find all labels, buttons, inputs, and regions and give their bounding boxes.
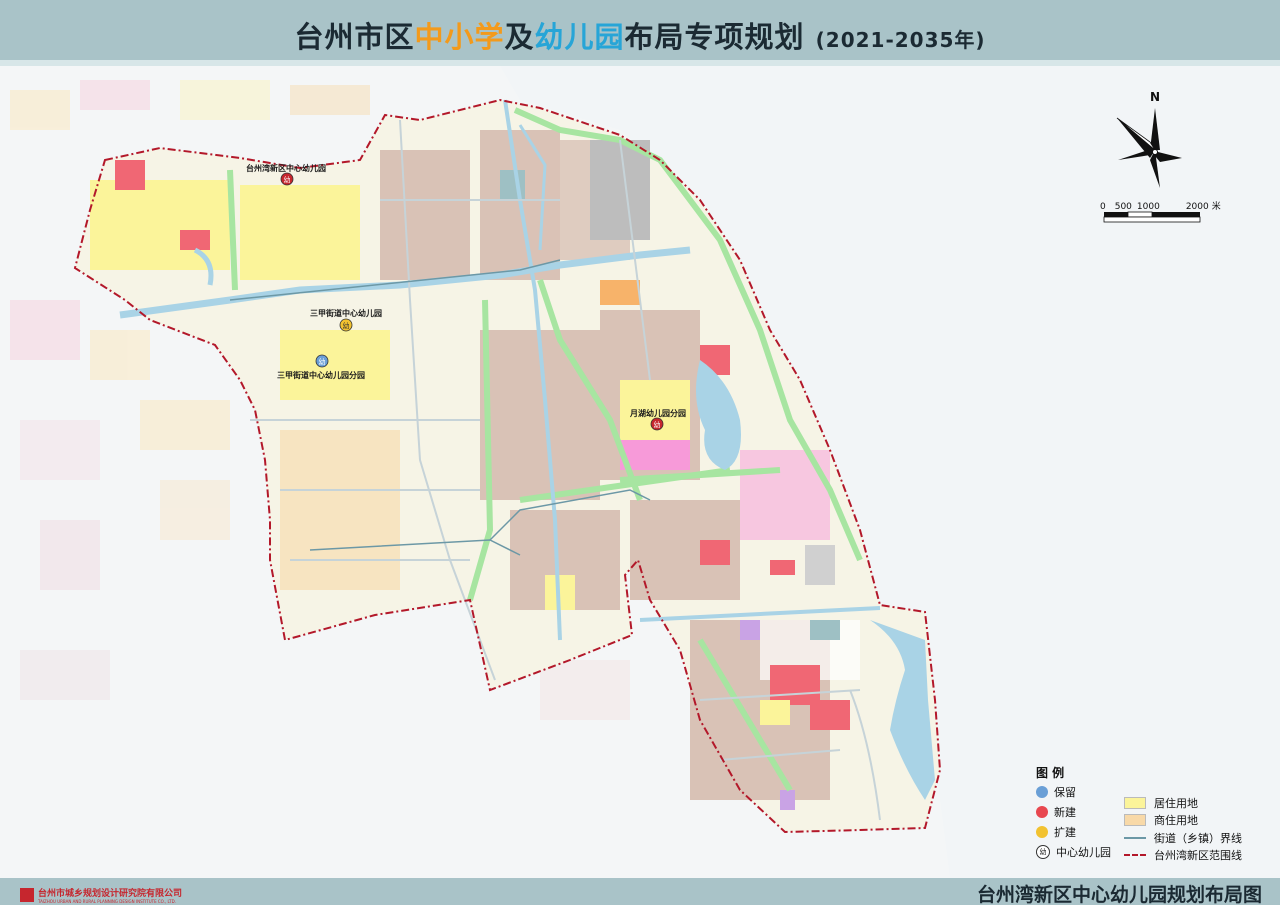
page-title: 台州市区中小学及幼儿园布局专项规划 (2021-2035年) (0, 14, 1280, 56)
legend-line-icon (1124, 854, 1146, 856)
scale-tick-label: 2000 (1185, 202, 1209, 212)
map-label-kindergarten: 台州湾新区中心幼儿园 (246, 164, 326, 173)
legend-dot-icon (1036, 806, 1048, 818)
kindergarten-glyph: 幼 (319, 357, 326, 366)
legend-item-district-boundary: 台州湾新区范围线 (1124, 847, 1242, 863)
kindergarten-marker-new[interactable]: 幼 (650, 417, 664, 431)
legend-label: 商住用地 (1154, 814, 1198, 827)
legend-item-residential: 居住用地 (1124, 795, 1198, 811)
title-part: 台州市区 (294, 20, 415, 54)
legend-label: 街道（乡镇）界线 (1154, 832, 1242, 845)
scale-tick-label: 1000 (1136, 202, 1160, 212)
legend-item-center-kindergarten: 幼中心幼儿园 (1036, 844, 1111, 860)
legend-label: 保留 (1054, 786, 1076, 799)
kindergarten-glyph: 幼 (343, 321, 350, 330)
legend-label: 新建 (1054, 806, 1076, 819)
institute-logo-icon (20, 888, 34, 902)
map-label-kindergarten: 三甲街道中心幼儿园分园 (277, 371, 365, 380)
scale-labels: 0 500 1000 2000 米 (1100, 199, 1221, 212)
title-highlight-kindergartens: 幼儿园 (534, 20, 625, 54)
legend-dot-icon (1036, 786, 1048, 798)
scale-tick-label: 0 (1100, 202, 1106, 212)
kindergarten-marker-new[interactable]: 幼 (280, 172, 294, 186)
scale-unit: 米 (1211, 202, 1221, 212)
legend: 图 例 保留 新建 扩建 幼中心幼儿园 居住用地 商住用地 街道（乡镇）界线 台… (1030, 764, 1262, 864)
kindergarten-symbol-icon: 幼 (1036, 845, 1050, 859)
map-title: 台州湾新区中心幼儿园规划布局图 (976, 884, 1262, 906)
legend-title: 图 例 (1036, 766, 1065, 780)
legend-label: 台州湾新区范围线 (1154, 849, 1242, 862)
scale-bar (1103, 211, 1201, 223)
legend-dot-icon (1036, 826, 1048, 838)
institute-name: 台州市城乡规划设计研究院有限公司 (38, 889, 183, 899)
legend-line-icon (1124, 837, 1146, 839)
title-highlight-schools: 中小学 (414, 20, 505, 54)
title-part: 及 (504, 20, 535, 54)
title-years: (2021-2035年) (815, 28, 986, 52)
map-label-kindergarten: 三甲街道中心幼儿园 (310, 309, 382, 318)
kindergarten-marker-retain[interactable]: 幼 (315, 354, 329, 368)
kindergarten-marker-expand[interactable]: 幼 (339, 318, 353, 332)
kindergarten-glyph: 幼 (284, 175, 291, 184)
legend-item-expand: 扩建 (1036, 824, 1076, 840)
legend-item-street-boundary: 街道（乡镇）界线 (1124, 830, 1242, 846)
legend-item-new: 新建 (1036, 804, 1076, 820)
legend-swatch-icon (1124, 797, 1146, 809)
title-part: 布局 (624, 20, 685, 54)
title-part: 专项规划 (684, 20, 805, 54)
legend-label: 扩建 (1054, 826, 1076, 839)
planning-map[interactable]: 幼 幼 幼 幼 (0, 66, 1280, 878)
legend-label: 中心幼儿园 (1056, 846, 1111, 859)
legend-label: 居住用地 (1154, 797, 1198, 810)
institute-name-en: TAIZHOU URBAN AND RURAL PLANNING DESIGN … (38, 899, 176, 904)
compass-north-label: N (1150, 90, 1161, 104)
scale-tick-label: 500 (1114, 202, 1132, 212)
legend-swatch-icon (1124, 814, 1146, 826)
kindergarten-glyph: 幼 (654, 420, 661, 429)
institute-credit: 台州市城乡规划设计研究院有限公司 TAIZHOU URBAN AND RURAL… (20, 887, 183, 904)
map-label-kindergarten: 月湖幼儿园分园 (630, 409, 686, 418)
legend-item-retain: 保留 (1036, 784, 1076, 800)
legend-item-commercial-residential: 商住用地 (1124, 812, 1198, 828)
